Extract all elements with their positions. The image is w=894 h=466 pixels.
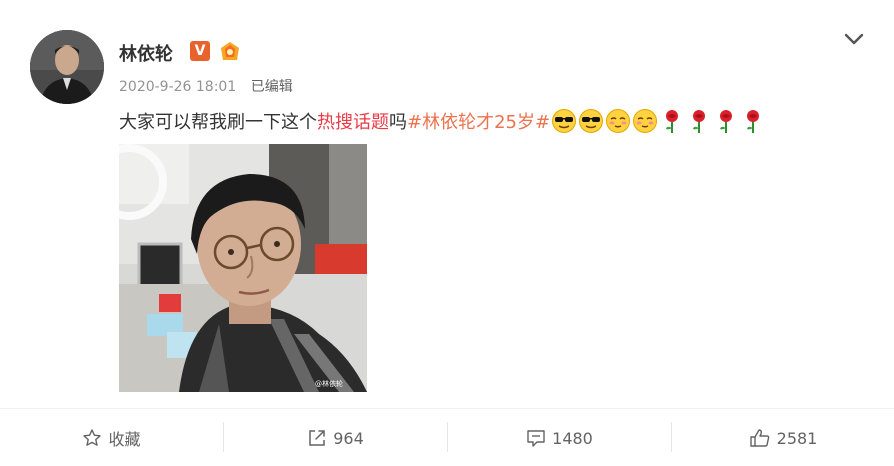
cool-face-emoji-icon	[552, 109, 577, 133]
comment-icon	[527, 430, 545, 447]
cool-face-emoji-icon	[579, 109, 604, 133]
edited-label[interactable]: 已编辑	[251, 79, 293, 95]
avatar-image	[30, 30, 104, 104]
comment-count: 1480	[552, 428, 593, 448]
star-icon	[83, 429, 102, 446]
photo-watermark: @林依轮	[315, 379, 343, 388]
like-count: 2581	[776, 428, 818, 448]
post-text: 大家可以帮我刷一下这个 热搜话题 吗 #林依轮才25岁#	[119, 106, 766, 136]
favorite-label: 收藏	[108, 430, 141, 449]
smug-face-emoji-icon	[606, 109, 631, 133]
avatar[interactable]	[30, 30, 104, 104]
post-photo[interactable]: @林依轮	[119, 144, 367, 392]
repost-count: 964	[333, 428, 364, 448]
selfie-image: @林依轮	[119, 144, 367, 392]
chevron-down-icon[interactable]	[842, 30, 866, 48]
post-meta: 2020-9-26 18:01 已编辑	[119, 76, 293, 96]
author-name[interactable]: 林依轮	[119, 40, 173, 66]
rose-emoji-icon	[666, 110, 679, 133]
weibo-post-card: 林依轮 V 2020-9-26 18:01 已编辑 大家可以帮我刷一下这个 热搜…	[0, 0, 894, 466]
like-button[interactable]: 2581	[672, 418, 894, 458]
hot-search-link[interactable]: 热搜话题	[317, 108, 389, 134]
post-timestamp[interactable]: 2020-9-26 18:01	[119, 79, 236, 95]
repost-button[interactable]: 964	[224, 418, 447, 458]
thumbs-up-icon	[749, 429, 769, 447]
favorite-button[interactable]: 收藏	[0, 418, 223, 458]
rose-emoji-icon	[720, 110, 733, 133]
comment-button[interactable]: 1480	[448, 418, 671, 458]
rose-emoji-icon	[693, 110, 706, 133]
rose-emoji-icon	[747, 110, 760, 133]
smug-face-emoji-icon	[633, 109, 658, 133]
action-bar-divider	[0, 408, 894, 409]
member-medal-icon[interactable]	[218, 40, 242, 62]
verified-badge-icon: V	[190, 41, 210, 61]
post-text-prefix: 大家可以帮我刷一下这个	[119, 112, 317, 133]
repost-icon	[309, 430, 325, 446]
hashtag-link[interactable]: #林依轮才25岁#	[407, 108, 550, 134]
post-text-mid: 吗	[389, 112, 407, 133]
